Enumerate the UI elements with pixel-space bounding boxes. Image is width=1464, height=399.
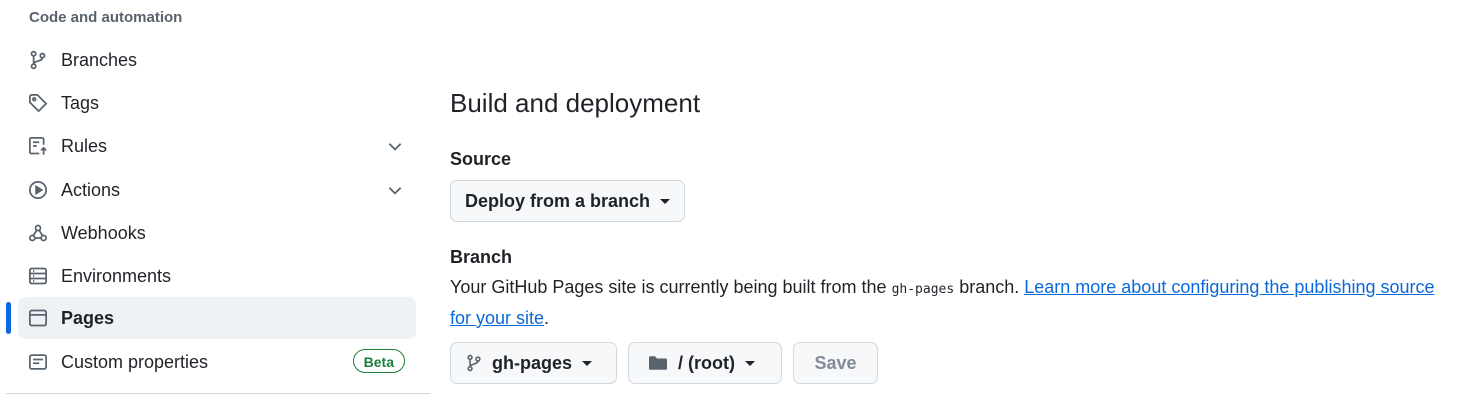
browser-icon (28, 308, 48, 328)
folder-select-button[interactable]: / (root) (628, 342, 782, 384)
sidebar-item-rules[interactable]: Rules (18, 125, 416, 167)
sidebar-item-label: Rules (61, 135, 108, 156)
source-selected-value: Deploy from a branch (465, 190, 651, 211)
webhook-icon (28, 223, 48, 243)
save-button[interactable]: Save (793, 342, 878, 384)
sidebar-item-label: Webhooks (61, 222, 146, 243)
sidebar-item-label: Actions (61, 179, 121, 200)
beta-badge: Beta (352, 349, 405, 373)
sidebar-item-label: Custom properties (61, 351, 209, 372)
caret-down-icon (660, 198, 671, 204)
sidebar-item-branches[interactable]: Branches (18, 39, 416, 81)
rules-icon (28, 136, 48, 156)
git-branch-icon (28, 50, 48, 70)
description-text: Your GitHub Pages site is currently bein… (450, 277, 892, 297)
sidebar-item-actions[interactable]: Actions (18, 169, 416, 211)
sidebar-item-label: Tags (61, 92, 100, 113)
tag-icon (28, 93, 48, 113)
sidebar-item-webhooks[interactable]: Webhooks (18, 212, 416, 254)
branch-select-button[interactable]: gh-pages (450, 342, 617, 384)
description-text: branch. (954, 277, 1025, 297)
folder-icon (647, 354, 669, 372)
divider (6, 393, 430, 394)
caret-down-icon (582, 360, 593, 366)
sidebar-item-label: Branches (61, 49, 138, 70)
sidebar-item-label: Environments (61, 265, 172, 286)
sidebar-item-environments[interactable]: Environments (18, 255, 416, 297)
active-indicator (6, 302, 11, 334)
sidebar-item-custom-properties[interactable]: Custom properties Beta (18, 341, 416, 383)
caret-down-icon (744, 360, 755, 366)
page-title: Build and deployment (450, 88, 701, 118)
chevron-down-icon[interactable] (386, 137, 404, 155)
settings-sidebar: Code and automation Branches Tags Rules … (0, 0, 430, 399)
sidebar-item-pages[interactable]: Pages (18, 297, 416, 339)
branch-label: Branch (450, 247, 513, 267)
branch-description: Your GitHub Pages site is currently bein… (450, 273, 1450, 332)
git-branch-icon (465, 354, 483, 372)
source-select-button[interactable]: Deploy from a branch (450, 180, 686, 222)
source-label: Source (450, 149, 512, 169)
branch-code: gh-pages (891, 282, 955, 297)
note-icon (28, 352, 48, 372)
chevron-down-icon[interactable] (386, 181, 404, 199)
description-text: . (544, 308, 550, 328)
server-icon (28, 266, 48, 286)
sidebar-item-label: Pages (61, 307, 115, 328)
sidebar-item-tags[interactable]: Tags (18, 82, 416, 124)
play-icon (28, 180, 48, 200)
branch-select-value: gh-pages (492, 352, 573, 373)
section-heading: Code and automation (29, 9, 183, 26)
folder-select-value: / (root) (678, 352, 735, 373)
